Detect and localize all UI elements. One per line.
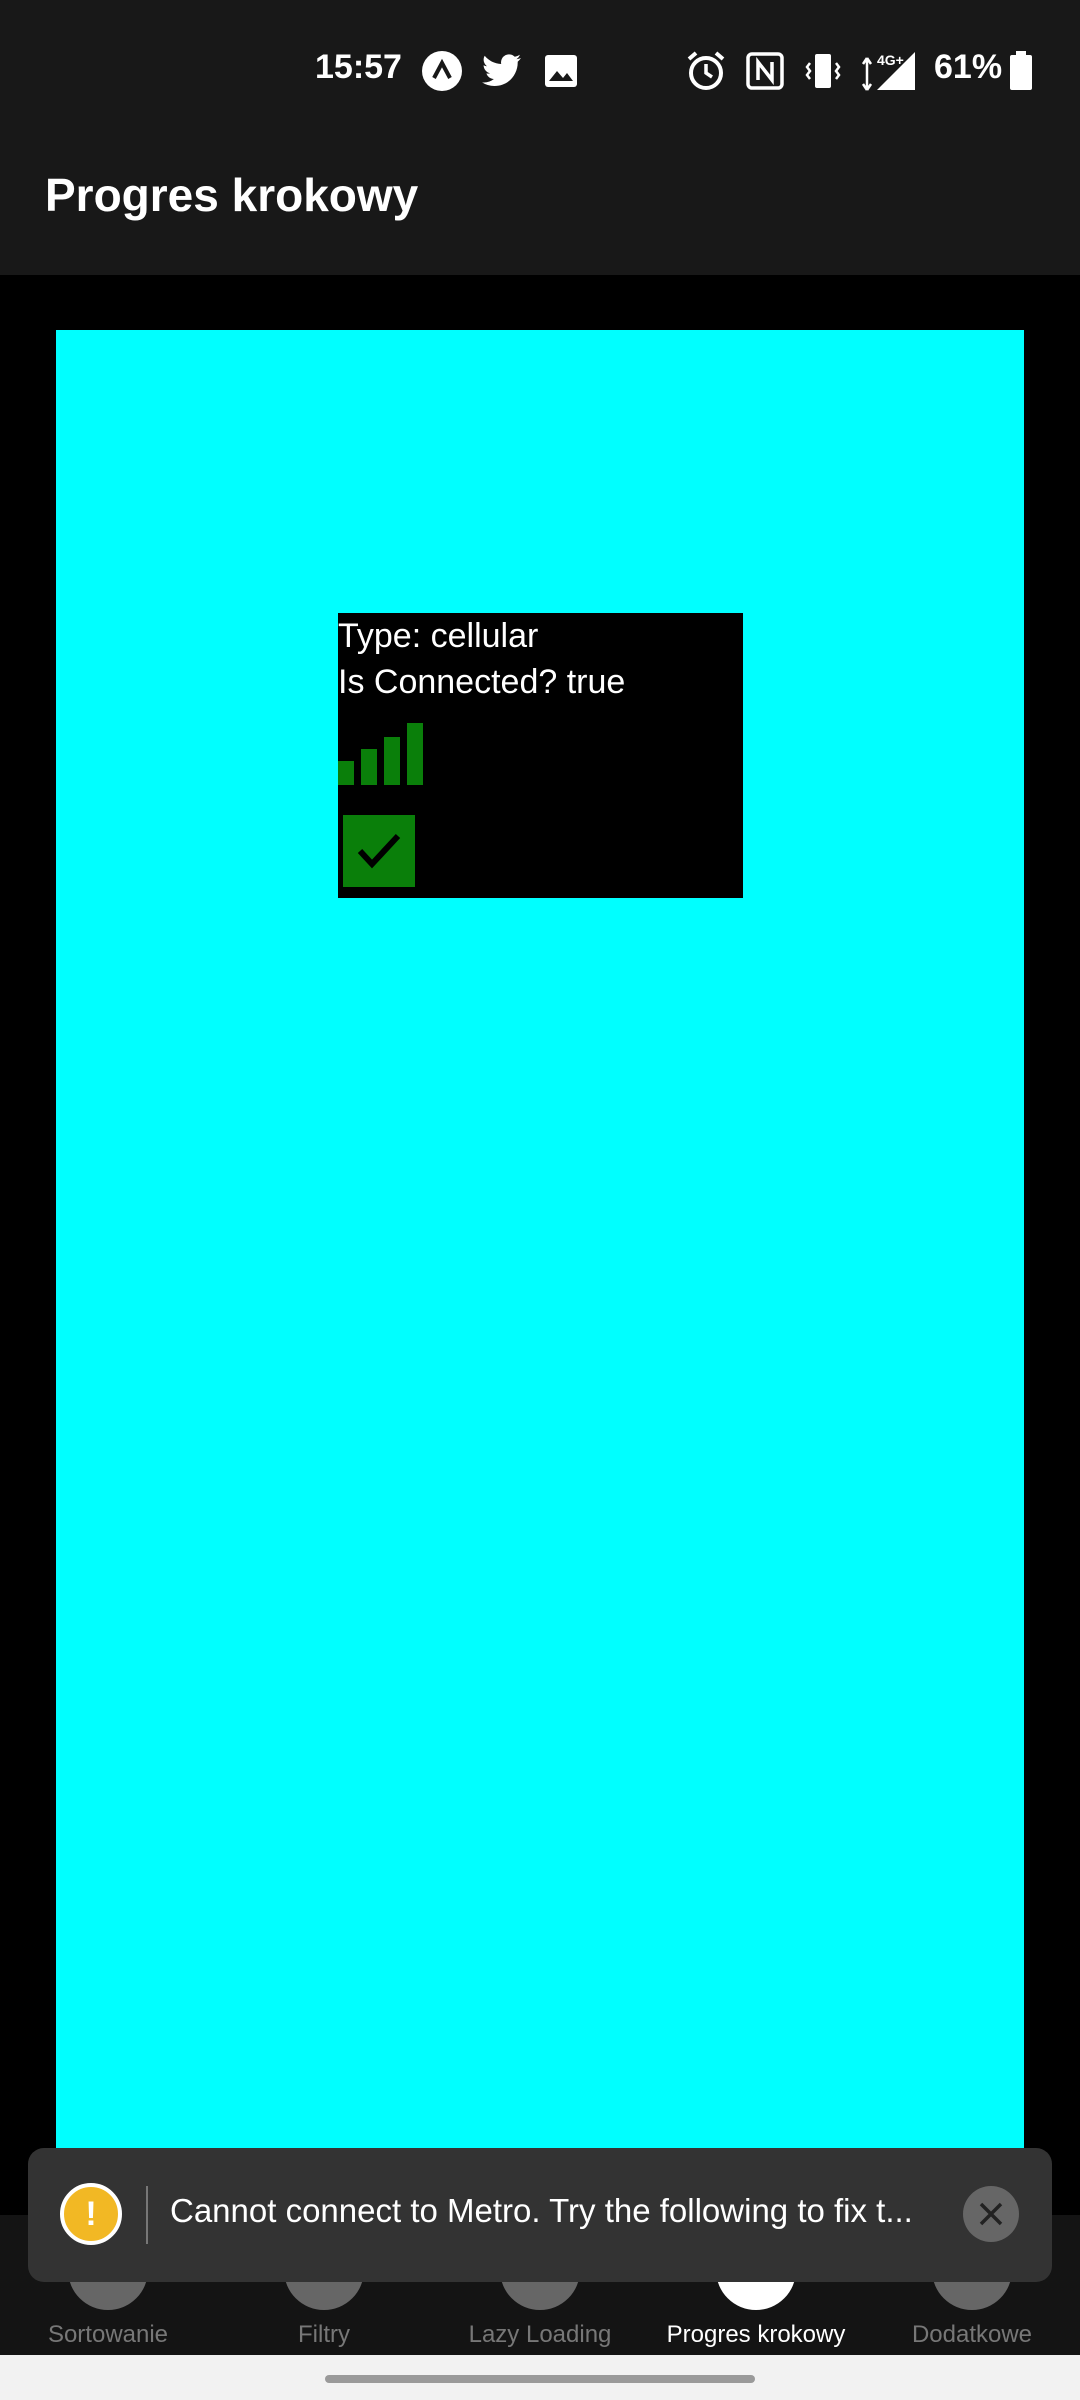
battery-percent: 61% — [934, 48, 1003, 86]
home-indicator[interactable] — [325, 2375, 755, 2383]
status-time: 15:57 — [315, 48, 402, 86]
battery-icon — [1006, 50, 1036, 92]
signal-icon: 4G+ — [856, 50, 918, 92]
signal-bar — [361, 749, 377, 785]
signal-strength-icon — [338, 721, 423, 785]
tab-label: Lazy Loading — [468, 2321, 612, 2348]
tab-label: Progres krokowy — [666, 2321, 846, 2348]
close-icon[interactable] — [963, 2186, 1019, 2242]
twitter-icon — [480, 50, 524, 92]
vibrate-icon — [802, 50, 844, 92]
signal-bar — [384, 737, 400, 785]
image-icon — [540, 50, 582, 92]
signal-bar — [407, 723, 423, 785]
alarm-icon — [684, 50, 728, 92]
system-nav-bar — [0, 2355, 1080, 2400]
expo-icon — [420, 50, 464, 92]
metro-warning-toast[interactable]: ! Cannot connect to Metro. Try the follo… — [28, 2148, 1052, 2282]
toast-message: Cannot connect to Metro. Try the followi… — [170, 2192, 913, 2229]
toast-divider — [146, 2186, 148, 2244]
network-type-label: 4G+ — [877, 52, 904, 68]
network-info-box: Type: cellular Is Connected? true — [338, 613, 743, 898]
network-panel: Type: cellular Is Connected? true — [56, 330, 1024, 2205]
page-title: Progres krokowy — [45, 169, 419, 221]
tab-label: Sortowanie — [47, 2321, 169, 2348]
nfc-icon — [744, 50, 786, 92]
network-type-text: Type: cellular — [338, 617, 539, 655]
warning-icon: ! — [60, 2183, 122, 2245]
tab-label: Dodatkowe — [911, 2321, 1033, 2348]
status-bar: 15:57 4G+ 61% — [0, 0, 1080, 140]
app-header: Progres krokowy — [0, 140, 1080, 275]
connection-status-text: Is Connected? true — [338, 663, 626, 701]
tab-label: Filtry — [298, 2321, 350, 2348]
main-content: Type: cellular Is Connected? true — [0, 275, 1080, 2350]
signal-bar — [338, 761, 354, 785]
connected-check-icon — [343, 815, 415, 887]
